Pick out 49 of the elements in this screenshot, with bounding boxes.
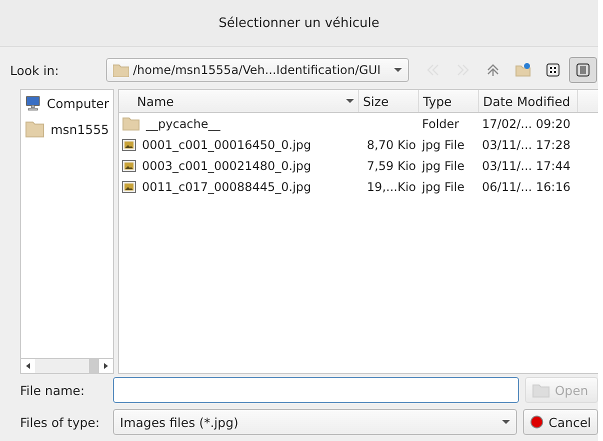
column-header[interactable]: Name xyxy=(119,90,359,112)
file-date: 17/02/... 09:20 xyxy=(482,116,570,130)
file-size: 7,59 Kio xyxy=(366,158,416,172)
file-size: 19,...Kio xyxy=(366,180,416,194)
scroll-thumb[interactable] xyxy=(89,359,99,373)
file-type: jpg File xyxy=(422,180,464,194)
file-type: jpg File xyxy=(422,158,464,172)
file-type: jpg File xyxy=(422,138,464,152)
folder-icon xyxy=(113,63,129,77)
file-name[interactable]: 0011_c017_00088445_0.jpg xyxy=(142,180,312,194)
sort-indicator-icon xyxy=(346,99,354,103)
file-type-combo[interactable]: Images files (*.jpg) xyxy=(112,409,517,435)
column-header[interactable]: Type xyxy=(419,90,479,112)
dropdown-caret-icon xyxy=(394,68,402,72)
file-name[interactable]: 0003_c001_00021480_0.jpg xyxy=(142,158,312,172)
scroll-left-icon xyxy=(26,363,30,369)
file-size: 8,70 Kio xyxy=(366,138,416,152)
window-title: Sélectionner un véhicule xyxy=(218,16,380,30)
file-type: Folder xyxy=(422,116,460,130)
folder-icon xyxy=(532,382,550,398)
list-icon xyxy=(575,62,591,78)
cancel-button[interactable]: Cancel xyxy=(523,409,598,435)
file-name[interactable]: 0001_c001_00016450_0.jpg xyxy=(142,138,312,152)
detail-view-button[interactable] xyxy=(569,57,597,83)
grid-view-icon xyxy=(545,62,561,78)
sidebar-item[interactable]: msn1555 xyxy=(21,116,113,142)
sidebar-item[interactable]: Computer xyxy=(21,90,113,116)
image-file-icon xyxy=(122,138,136,150)
file-date: 03/11/... 17:44 xyxy=(482,158,570,172)
new-folder-icon xyxy=(515,62,531,78)
file-date: 06/11/... 16:16 xyxy=(482,180,570,194)
look-in-combo[interactable]: /home/msn1555a/Veh...Identification/GUI xyxy=(106,58,409,82)
horizontal-scrollbar[interactable] xyxy=(21,358,113,373)
image-file-icon xyxy=(122,180,136,192)
file-date: 03/11/... 17:28 xyxy=(482,138,570,152)
image-file-icon xyxy=(122,160,136,172)
stop-icon xyxy=(530,415,544,429)
folder-icon xyxy=(122,116,140,131)
look-in-label: Look in: xyxy=(10,62,60,78)
scroll-right-icon xyxy=(104,363,108,369)
file-name[interactable]: __pycache__ xyxy=(146,116,220,130)
folder-icon xyxy=(25,120,45,138)
file-name-label: File name: xyxy=(20,382,86,398)
column-header[interactable]: Date Modified xyxy=(479,90,578,112)
up-arrow-icon xyxy=(485,62,501,78)
file-name-field[interactable] xyxy=(113,377,519,403)
dropdown-caret-icon xyxy=(502,420,510,424)
file-type-label: Files of type: xyxy=(20,414,101,430)
column-header[interactable]: Size xyxy=(359,90,419,112)
